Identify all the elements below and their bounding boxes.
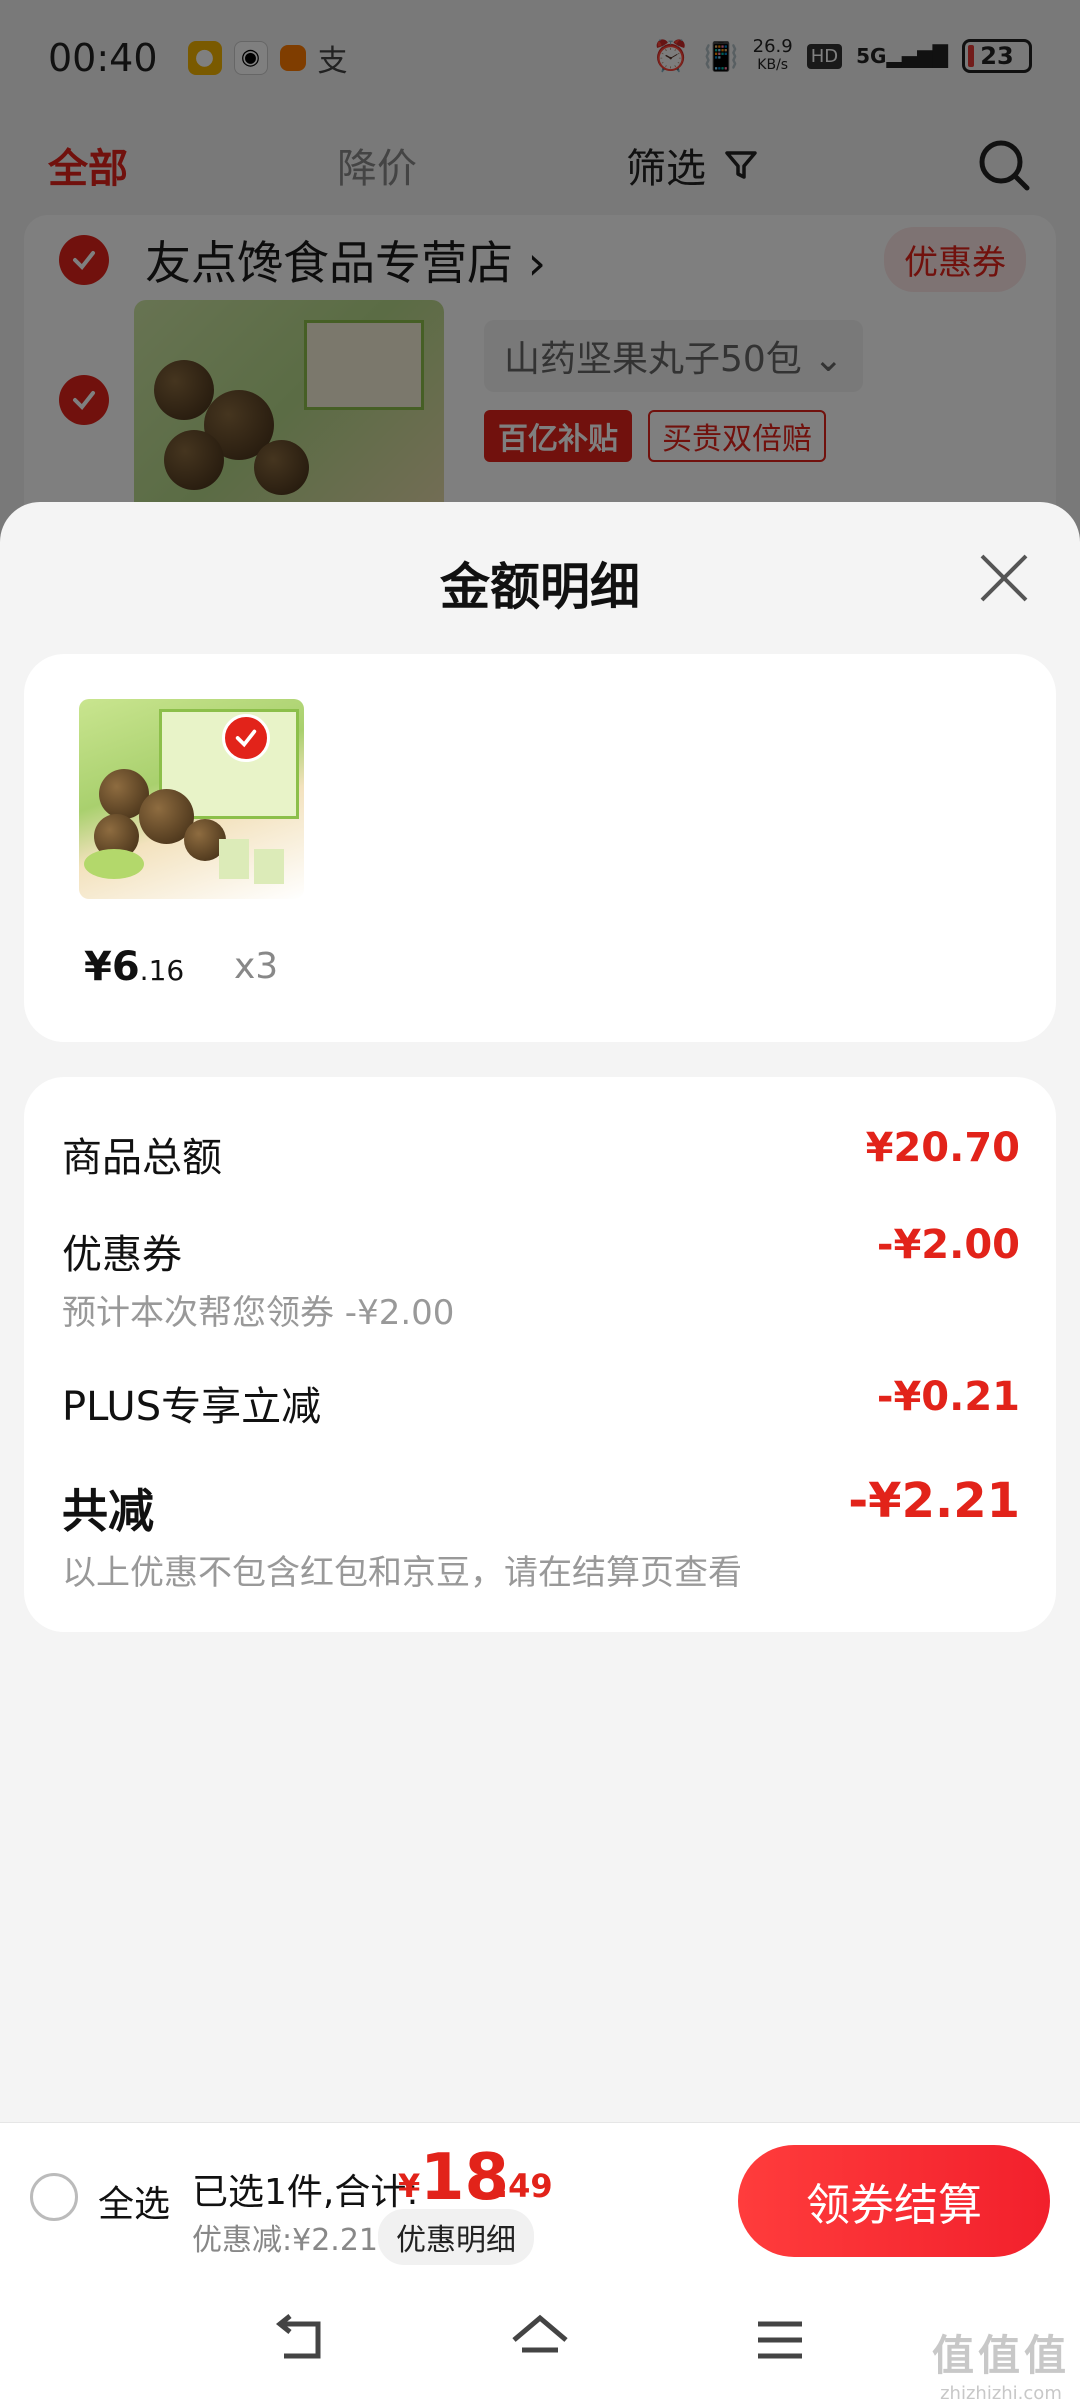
amount-detail-card: 商品总额 ¥20.70 优惠券 -¥2.00 预计本次帮您领券 -¥2.00 P…	[24, 1077, 1056, 1632]
menu-icon[interactable]	[750, 2310, 810, 2370]
goods-card: ¥6.16 x3	[24, 654, 1056, 1042]
total-discount-value: -¥2.21	[848, 1473, 1020, 1529]
total-currency: ¥	[398, 2167, 421, 2205]
goods-quantity: x3	[234, 946, 279, 987]
total-amount-decimal: .49	[496, 2167, 553, 2205]
back-icon[interactable]	[270, 2310, 330, 2370]
total-discount-note: 以上优惠不包含红包和京豆，请在结算页查看	[62, 1553, 742, 1593]
amount-detail-sheet: 金额明细 ¥6.16 x3 商品总额 ¥20.70 优惠券 -¥2.00 预计本…	[0, 502, 1080, 2400]
checkout-button[interactable]: 领券结算	[738, 2145, 1050, 2257]
discount-detail-button[interactable]: 优惠明细	[378, 2209, 534, 2265]
close-icon[interactable]	[978, 552, 1030, 604]
select-all-label[interactable]: 全选	[98, 2175, 170, 2227]
goods-total-label: 商品总额	[62, 1135, 222, 1181]
goods-unit-price: ¥6.16	[84, 944, 185, 990]
system-nav-bar: 值值值 zhizhizhi.com	[0, 2272, 1080, 2400]
dim-overlay[interactable]	[0, 0, 1080, 560]
checkout-bar: 全选 已选1件,合计: ¥ 18 .49 优惠减:¥2.21 优惠明细 领券结算	[0, 2122, 1080, 2272]
total-discount-label: 共减	[62, 1484, 154, 1538]
sheet-title: 金额明细	[440, 558, 640, 616]
plus-discount-label: PLUS专享立减	[62, 1384, 322, 1430]
goods-selected-check-icon	[222, 714, 270, 762]
select-all-checkbox[interactable]	[30, 2173, 78, 2221]
coupon-value: -¥2.00	[876, 1222, 1020, 1268]
coupon-subtext: 预计本次帮您领券 -¥2.00	[62, 1293, 455, 1333]
coupon-label: 优惠券	[62, 1232, 182, 1278]
discount-summary: 优惠减:¥2.21	[192, 2223, 378, 2258]
goods-total-value: ¥20.70	[865, 1125, 1020, 1171]
selected-summary: 已选1件,合计:	[192, 2172, 419, 2213]
watermark: 值值值 zhizhizhi.com	[931, 2331, 1070, 2400]
home-icon[interactable]	[510, 2310, 570, 2370]
plus-discount-value: -¥0.21	[876, 1374, 1020, 1420]
goods-image	[79, 699, 304, 899]
